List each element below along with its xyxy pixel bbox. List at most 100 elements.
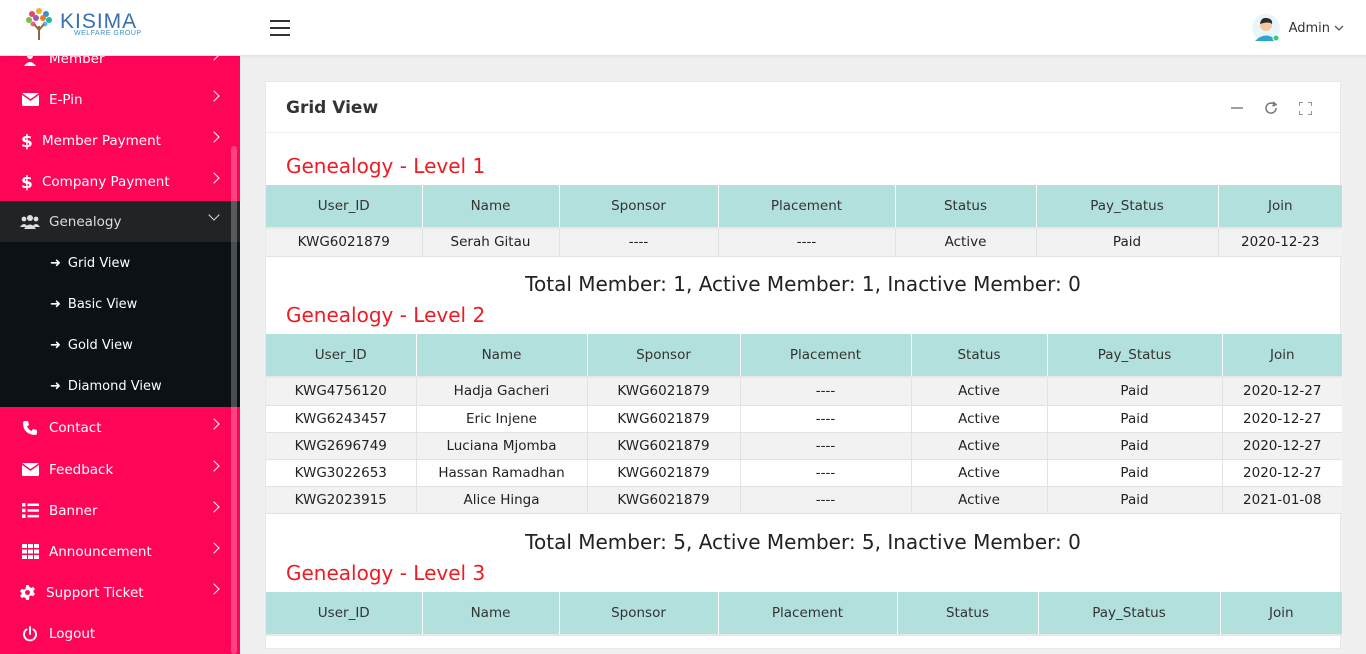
refresh-icon[interactable] bbox=[1262, 99, 1280, 117]
user-menu[interactable]: Admin bbox=[1251, 12, 1344, 44]
table-row: KWG2696749 Luciana Mjomba KWG6021879 ---… bbox=[266, 432, 1342, 460]
chevron-right-icon bbox=[208, 172, 220, 184]
table-row: KWG6243457 Eric Injene KWG6021879 ---- A… bbox=[266, 405, 1342, 433]
column-header: Sponsor bbox=[559, 592, 719, 634]
sponsor-id: ---- bbox=[559, 229, 719, 257]
user-id-link[interactable]: KWG2696749 bbox=[266, 432, 417, 460]
column-header: Placement bbox=[718, 592, 898, 634]
svg-text:$: $ bbox=[21, 173, 32, 191]
sidebar-item-contact[interactable]: Contact bbox=[0, 407, 240, 448]
pay-status-badge: Paid bbox=[1047, 405, 1223, 433]
column-header: Join bbox=[1222, 334, 1342, 376]
menu-toggle-icon[interactable] bbox=[270, 20, 290, 36]
user-id-link[interactable]: KWG4756120 bbox=[266, 378, 417, 406]
placement: ---- bbox=[740, 459, 912, 487]
submenu-item-grid-view[interactable]: ➜ Grid View bbox=[0, 243, 240, 284]
member-name: Hadja Gacheri bbox=[416, 378, 588, 406]
sidebar-item-company-payment[interactable]: $ Company Payment bbox=[0, 161, 240, 202]
sidebar-item-label: Company Payment bbox=[42, 173, 170, 190]
chevron-down-icon bbox=[1334, 25, 1344, 31]
chevron-down-icon bbox=[208, 209, 220, 221]
sidebar-item-member-payment[interactable]: $ Member Payment bbox=[0, 120, 240, 161]
submenu-item-label: Grid View bbox=[67, 256, 131, 271]
pay-status-badge: Paid bbox=[1036, 229, 1219, 257]
submenu-item-gold-view[interactable]: ➜ Gold View bbox=[0, 325, 240, 366]
level-summary: Total Member: 5, Active Member: 5, Inact… bbox=[525, 530, 1081, 554]
join-date: 2020-12-27 bbox=[1222, 405, 1342, 433]
column-header: User_ID bbox=[266, 592, 423, 634]
column-header: Sponsor bbox=[587, 334, 741, 376]
submenu-item-label: Gold View bbox=[67, 338, 133, 353]
placement: ---- bbox=[740, 405, 912, 433]
sidebar-scrollbar[interactable] bbox=[231, 146, 237, 654]
member-name: Eric Injene bbox=[416, 405, 588, 433]
chevron-right-icon bbox=[208, 131, 220, 143]
user-id-link[interactable]: KWG3022653 bbox=[266, 459, 417, 487]
grid-icon bbox=[19, 544, 41, 559]
column-header: Sponsor bbox=[559, 185, 719, 227]
fullscreen-icon[interactable] bbox=[1296, 99, 1314, 117]
sidebar-item-label: Banner bbox=[49, 502, 98, 519]
column-header: Name bbox=[422, 592, 560, 634]
column-header: Name bbox=[416, 334, 588, 376]
chevron-right-icon bbox=[208, 460, 220, 472]
column-header: Name bbox=[422, 185, 560, 227]
sidebar-item-label: E-Pin bbox=[49, 91, 83, 108]
pay-status-badge: Paid bbox=[1047, 459, 1223, 487]
user-id-link[interactable]: KWG6021879 bbox=[266, 229, 423, 257]
table-row: KWG4756120 Hadja Gacheri KWG6021879 ----… bbox=[266, 378, 1342, 406]
tree-logo-icon bbox=[26, 8, 52, 40]
card-header: Grid View bbox=[266, 82, 1340, 133]
grid-view-card: Grid View Genealogy - Level 1 User_ID Na… bbox=[265, 81, 1342, 649]
table-row: KWG3022653 Hassan Ramadhan KWG6021879 --… bbox=[266, 459, 1342, 487]
brand-logo[interactable]: KISIMA WELFARE GROUP bbox=[22, 6, 142, 42]
level-2-table: User_ID Name Sponsor Placement Status Pa… bbox=[266, 334, 1342, 514]
table-row: KWG2023915 Alice Hinga KWG6021879 ---- A… bbox=[266, 486, 1342, 514]
placement: ---- bbox=[718, 229, 896, 257]
submenu-item-diamond-view[interactable]: ➜ Diamond View bbox=[0, 366, 240, 407]
level-3-table: User_ID Name Sponsor Placement Status Pa… bbox=[266, 592, 1342, 636]
user-id-link[interactable]: KWG6243457 bbox=[266, 405, 417, 433]
sidebar-item-label: Member Payment bbox=[42, 132, 161, 149]
sponsor-id: KWG6021879 bbox=[587, 405, 741, 433]
member-name: Alice Hinga bbox=[416, 486, 588, 514]
status-badge: Active bbox=[911, 432, 1048, 460]
arrow-right-icon: ➜ bbox=[50, 297, 61, 312]
sidebar: Member E-Pin $ Member Payment $ Company … bbox=[0, 56, 240, 654]
column-header: User_ID bbox=[266, 334, 417, 376]
sidebar-item-e-pin[interactable]: E-Pin bbox=[0, 79, 240, 120]
status-badge: Active bbox=[911, 405, 1048, 433]
chevron-right-icon bbox=[208, 56, 220, 61]
sidebar-item-label: Logout bbox=[49, 625, 96, 642]
submenu-item-basic-view[interactable]: ➜ Basic View bbox=[0, 284, 240, 325]
column-header: Status bbox=[897, 592, 1039, 634]
power-icon bbox=[19, 625, 41, 642]
sidebar-item-support-ticket[interactable]: Support Ticket bbox=[0, 572, 240, 613]
column-header: Status bbox=[895, 185, 1037, 227]
top-bar: KISIMA WELFARE GROUP Admin bbox=[0, 0, 1366, 56]
gear-icon bbox=[19, 585, 35, 600]
column-header: Pay_Status bbox=[1036, 185, 1219, 227]
sidebar-item-feedback[interactable]: Feedback bbox=[0, 449, 240, 490]
dollar-icon: $ bbox=[19, 132, 33, 150]
list-icon bbox=[19, 503, 41, 518]
sidebar-item-logout[interactable]: Logout bbox=[0, 613, 240, 654]
column-header: Placement bbox=[718, 185, 896, 227]
sidebar-item-genealogy[interactable]: Genealogy bbox=[0, 201, 240, 242]
user-id-link[interactable]: KWG2023915 bbox=[266, 486, 417, 514]
table-row: KWG6021879 Serah Gitau ---- ---- Active … bbox=[266, 229, 1342, 257]
join-date: 2020-12-23 bbox=[1218, 229, 1342, 257]
phone-icon bbox=[19, 420, 41, 436]
minimize-icon[interactable] bbox=[1228, 99, 1246, 117]
sponsor-id: KWG6021879 bbox=[587, 486, 741, 514]
envelope-icon bbox=[19, 463, 41, 476]
member-name: Serah Gitau bbox=[422, 229, 560, 257]
chevron-right-icon bbox=[208, 418, 220, 430]
arrow-right-icon: ➜ bbox=[50, 256, 61, 271]
join-date: 2020-12-27 bbox=[1222, 459, 1342, 487]
sidebar-item-banner[interactable]: Banner bbox=[0, 490, 240, 531]
sponsor-id: KWG6021879 bbox=[587, 432, 741, 460]
pay-status-badge: Paid bbox=[1047, 378, 1223, 406]
sidebar-item-announcement[interactable]: Announcement bbox=[0, 531, 240, 572]
sidebar-item-member[interactable]: Member bbox=[0, 56, 240, 79]
